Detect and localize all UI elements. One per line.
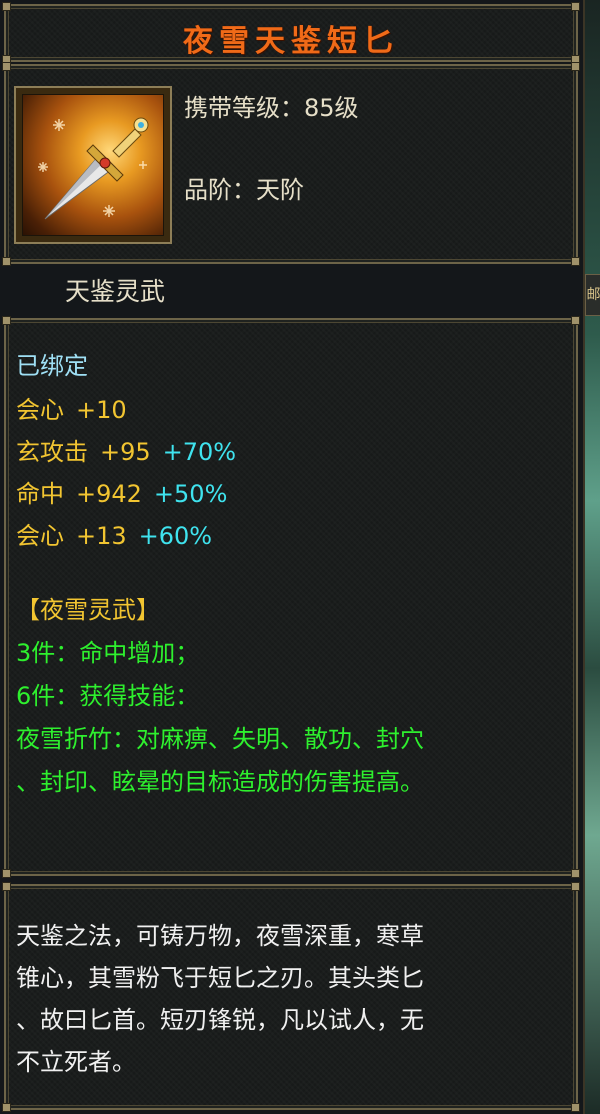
frame-corner — [571, 257, 580, 266]
frame-corner — [571, 62, 580, 71]
dagger-icon — [22, 94, 164, 236]
item-info-box: 携带等级：85级 品阶：天阶 — [2, 62, 580, 266]
side-tab[interactable]: 邮 — [585, 274, 600, 316]
frame-corner — [571, 2, 580, 11]
attribute-value: +10 — [76, 396, 127, 424]
frame-corner — [2, 882, 11, 891]
description-line: 、故曰匕首。短刃锋锐，凡以试人，无 — [16, 1006, 424, 1034]
set-effect: 夜雪折竹：对麻痹、失明、散功、封穴 — [16, 725, 424, 753]
description-line: 天鉴之法，可铸万物，夜雪深重，寒草 — [16, 922, 424, 950]
carry-level-value: 85级 — [304, 94, 359, 122]
set-effect: 、封印、眩晕的目标造成的伤害提高。 — [16, 768, 424, 796]
frame-corner — [2, 869, 11, 878]
attribute-name: 命中 — [16, 480, 64, 508]
set-title: 【夜雪灵武】 — [16, 596, 160, 624]
attribute-bonus: +50% — [153, 480, 228, 508]
attribute-name: 玄攻击 — [16, 438, 88, 466]
set-effect: 3件：命中增加； — [16, 639, 200, 667]
item-grade: 品阶：天阶 — [184, 170, 304, 205]
attribute-bonus: +60% — [138, 522, 213, 550]
frame-corner — [2, 2, 11, 11]
item-icon-frame — [14, 86, 172, 244]
background-scene: 邮 — [583, 0, 600, 1114]
item-tooltip-screen: 邮 夜雪天鉴短匕 携带等级：85级 品阶：天阶 天鉴灵武 已绑定 会心 +10 … — [0, 0, 600, 1114]
attribute-value: +942 — [76, 480, 142, 508]
item-grade-value: 天阶 — [256, 176, 304, 204]
description-box: 天鉴之法，可铸万物，夜雪深重，寒草 锥心，其雪粉飞于短匕之刃。其头类匕 、故曰匕… — [2, 882, 580, 1112]
title-box: 夜雪天鉴短匕 — [2, 2, 580, 64]
set-effect: 6件：获得技能： — [16, 682, 200, 710]
item-tooltip-panel: 夜雪天鉴短匕 携带等级：85级 品阶：天阶 天鉴灵武 已绑定 会心 +10 玄攻… — [0, 0, 585, 1114]
description-line: 锥心，其雪粉飞于短匕之刃。其头类匕 — [16, 964, 424, 992]
description-line: 不立死者。 — [16, 1048, 136, 1076]
bound-status: 已绑定 — [16, 352, 88, 380]
item-name: 夜雪天鉴短匕 — [183, 24, 399, 59]
item-grade-label: 品阶： — [184, 176, 256, 204]
attribute-name: 会心 — [16, 522, 64, 550]
frame-corner — [571, 316, 580, 325]
attribute-line: 命中 +942 +50% — [16, 474, 227, 509]
attribute-name: 会心 — [16, 396, 64, 424]
attribute-value: +13 — [76, 522, 127, 550]
attribute-line: 会心 +10 — [16, 390, 127, 425]
attribute-bonus: +70% — [162, 438, 237, 466]
frame-corner — [2, 316, 11, 325]
frame-corner — [571, 882, 580, 891]
carry-level: 携带等级：85级 — [184, 88, 359, 123]
frame-corner — [571, 869, 580, 878]
frame-corner — [2, 257, 11, 266]
frame-corner — [2, 62, 11, 71]
attribute-line: 玄攻击 +95 +70% — [16, 432, 236, 467]
attribute-value: +95 — [100, 438, 151, 466]
attribute-box: 已绑定 会心 +10 玄攻击 +95 +70% 命中 +942 +50% 会心 +13 +60… — [2, 316, 580, 878]
frame-corner — [2, 1103, 11, 1112]
frame-corner — [571, 1103, 580, 1112]
carry-level-label: 携带等级： — [184, 94, 304, 122]
spirit-weapon-label: 天鉴灵武 — [65, 277, 166, 306]
attribute-line: 会心 +13 +60% — [16, 516, 212, 551]
